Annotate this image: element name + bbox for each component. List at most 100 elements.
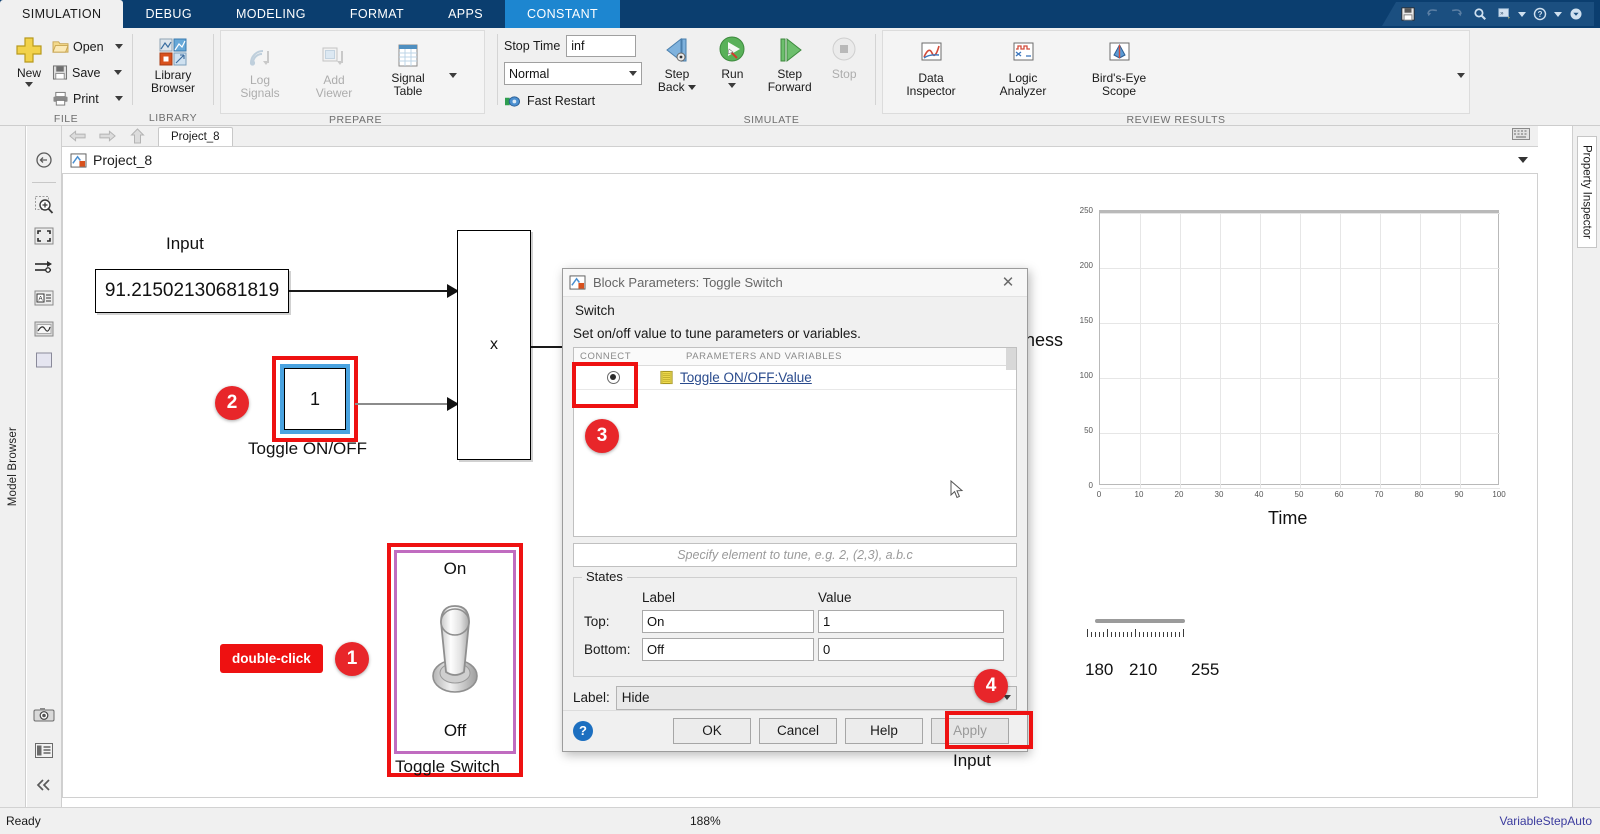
tab-debug[interactable]: DEBUG — [123, 0, 213, 28]
cancel-button[interactable]: Cancel — [759, 717, 837, 744]
toolbar-divider — [32, 182, 56, 183]
scope-preview-icon[interactable] — [31, 317, 57, 341]
step-back-label: Step Back — [658, 68, 696, 94]
zoom-in-icon[interactable] — [31, 193, 57, 217]
help-chevron-down-icon[interactable] — [1554, 11, 1562, 17]
data-inspector-button[interactable]: Data Inspector — [885, 33, 977, 98]
signal-routing-icon[interactable] — [31, 255, 57, 279]
new-button[interactable]: New — [6, 32, 52, 87]
table-row[interactable]: Toggle ON/OFF:Value — [574, 347, 1016, 390]
svg-text:A: A — [38, 296, 43, 303]
shortcuts-chevron-down-icon[interactable] — [1518, 11, 1526, 17]
chart-xtick-90: 90 — [1454, 490, 1464, 499]
fast-restart-toggle[interactable]: Fast Restart — [504, 89, 649, 113]
save-icon[interactable] — [1398, 4, 1418, 24]
toggle-switch-widget[interactable]: On Off — [394, 550, 516, 754]
hide-panel-icon[interactable] — [31, 148, 57, 172]
states-top-value-input[interactable]: 1 — [818, 609, 1004, 633]
open-chevron-down-icon[interactable] — [115, 44, 123, 49]
states-top-label: Top: — [584, 613, 610, 629]
tab-simulation[interactable]: SIMULATION — [0, 0, 124, 28]
element-hint-field[interactable]: Specify element to tune, e.g. 2, (2,3), … — [573, 542, 1017, 567]
help-button[interactable]: Help — [845, 717, 923, 744]
prepare-expand-chevron-down-icon[interactable] — [445, 33, 461, 117]
tab-apps[interactable]: APPS — [426, 0, 505, 28]
states-bottom-label-input[interactable]: Off — [642, 637, 814, 661]
redo-icon[interactable] — [1446, 4, 1466, 24]
birds-eye-scope-button[interactable]: Bird's-Eye Scope — [1069, 33, 1169, 98]
gauge-slider-track[interactable] — [1095, 619, 1185, 623]
breadcrumb[interactable]: Project_8 — [62, 146, 1538, 174]
step-back-button[interactable]: Step Back — [649, 31, 704, 94]
signal-table-button[interactable]: Signal Table — [371, 33, 445, 98]
nav-forward-icon[interactable] — [92, 126, 122, 146]
parameters-table[interactable]: CONNECT PARAMETERS AND VARIABLES Toggle … — [573, 346, 1017, 537]
shortcuts-icon[interactable]: » — [1494, 4, 1514, 24]
save-chevron-down-icon[interactable] — [114, 70, 122, 75]
label-visibility-select[interactable]: Hide — [615, 685, 1017, 710]
print-chevron-down-icon[interactable] — [115, 96, 123, 101]
search-icon[interactable] — [1470, 4, 1490, 24]
logic-analyzer-button[interactable]: Logic Analyzer — [977, 33, 1069, 98]
constant-block-label: Toggle ON/OFF — [248, 439, 368, 458]
open-button[interactable]: Open — [52, 34, 123, 59]
close-icon[interactable]: ✕ — [995, 269, 1021, 295]
expand-ribbon-icon[interactable] — [1566, 4, 1586, 24]
breadcrumb-chevron-down-icon[interactable] — [1518, 157, 1528, 163]
collapse-icon[interactable] — [31, 773, 57, 797]
tab-constant[interactable]: CONSTANT — [505, 0, 621, 28]
status-solver[interactable]: VariableStepAuto — [1499, 814, 1592, 828]
block-parameters-dialog[interactable]: Block Parameters: Toggle Switch ✕ Switch… — [562, 268, 1028, 752]
annotation-icon[interactable]: A — [31, 286, 57, 310]
library-browser-button[interactable]: Library Browser — [139, 34, 207, 95]
model-browser-rail[interactable]: Model Browser — [0, 126, 26, 807]
help-circle-icon[interactable]: ? — [573, 720, 593, 741]
dialog-titlebar[interactable]: Block Parameters: Toggle Switch ✕ — [563, 269, 1027, 297]
states-top-label-input[interactable]: On — [642, 609, 814, 633]
subsystem-icon[interactable] — [31, 348, 57, 372]
chart-xtick-10: 10 — [1134, 490, 1144, 499]
svg-text:?: ? — [1538, 10, 1543, 19]
table-scrollbar[interactable] — [1006, 347, 1016, 370]
keyboard-icon[interactable] — [1512, 128, 1530, 140]
states-bottom-value-input[interactable]: 0 — [818, 637, 1004, 661]
ribbon-group-library-label: LIBRARY — [148, 111, 198, 124]
stop-button[interactable]: Stop — [819, 31, 869, 81]
states-col-value: Value — [818, 589, 852, 605]
constant-block[interactable]: 1 — [280, 364, 350, 434]
help-icon[interactable]: ? — [1530, 4, 1550, 24]
review-expand-chevron-down-icon[interactable] — [1453, 33, 1469, 117]
camera-icon[interactable] — [31, 703, 57, 727]
step-forward-button[interactable]: Step Forward — [760, 31, 819, 94]
product-block[interactable]: x — [457, 230, 531, 460]
nav-up-icon[interactable] — [122, 126, 152, 146]
add-viewer-button[interactable]: Add Viewer — [297, 33, 371, 100]
log-signals-button[interactable]: Log Signals — [223, 33, 297, 100]
report-icon[interactable] — [31, 738, 57, 762]
property-inspector-rail[interactable]: Property Inspector — [1572, 126, 1600, 807]
step-back-chevron-down-icon[interactable] — [687, 85, 696, 91]
nav-back-icon[interactable] — [62, 126, 92, 146]
parameter-link[interactable]: Toggle ON/OFF:Value — [680, 370, 812, 385]
undo-icon[interactable] — [1422, 4, 1442, 24]
tab-modeling[interactable]: MODELING — [214, 0, 328, 28]
tab-format[interactable]: FORMAT — [328, 0, 426, 28]
fit-to-view-icon[interactable] — [31, 224, 57, 248]
chart-ytick-0: 0 — [1088, 481, 1093, 490]
stop-time-input[interactable]: inf — [566, 35, 637, 57]
toggle-switch-lever[interactable] — [423, 579, 487, 721]
print-button[interactable]: Print — [52, 86, 123, 111]
project-tab[interactable]: Project_8 — [158, 127, 233, 146]
table-header-parameters: PARAMETERS AND VARIABLES — [686, 350, 843, 362]
run-button[interactable]: Run — [705, 31, 760, 88]
simulation-mode-select[interactable]: Normal — [504, 62, 642, 85]
wire-input-to-product — [289, 290, 459, 292]
run-chevron-down-icon[interactable] — [728, 83, 737, 88]
status-zoom[interactable]: 188% — [690, 814, 721, 828]
simulation-mode-chevron-down-icon[interactable] — [629, 71, 637, 76]
new-chevron-down-icon[interactable] — [25, 82, 33, 87]
save-button[interactable]: Save — [52, 60, 123, 85]
input-display-block[interactable]: 91.21502130681819 — [95, 269, 289, 313]
scope-chart[interactable]: 250 200 150 100 50 0 0 10 20 30 40 50 60… — [1005, 202, 1523, 542]
ok-button[interactable]: OK — [673, 717, 751, 744]
